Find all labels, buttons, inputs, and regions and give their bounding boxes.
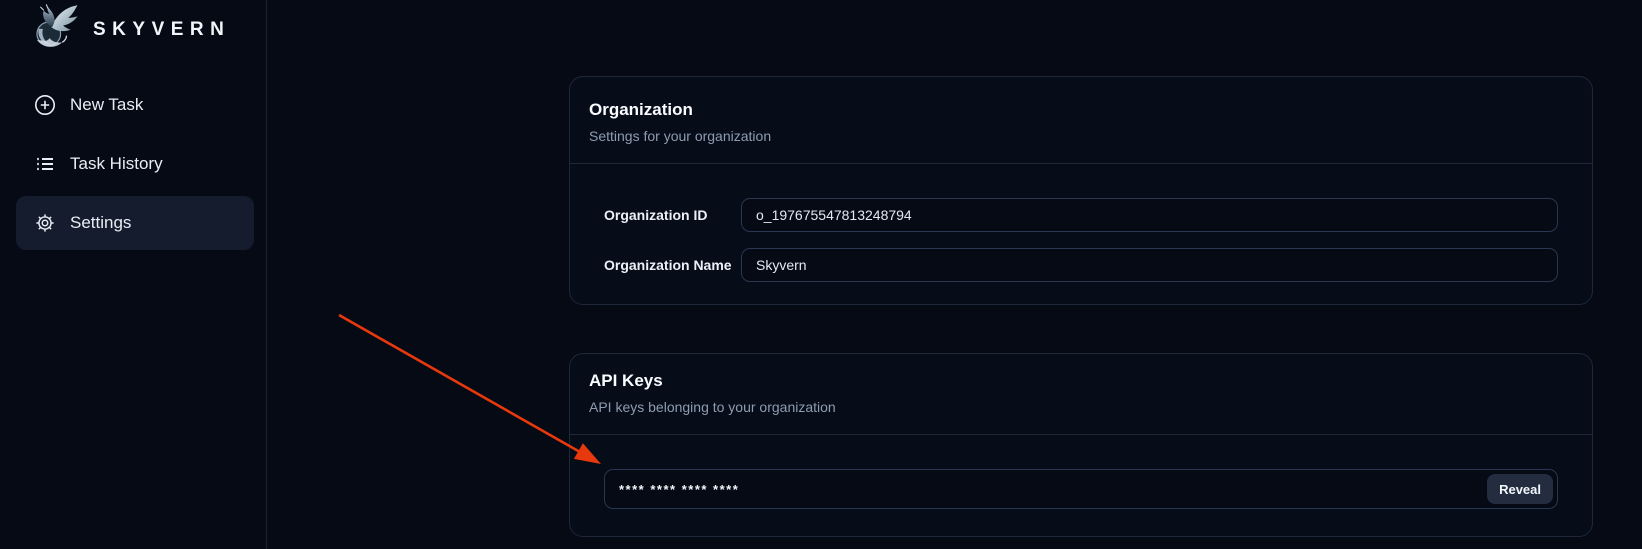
list-icon	[34, 153, 56, 175]
organization-title: Organization	[589, 100, 1592, 120]
sidebar-item-label: New Task	[70, 95, 143, 115]
organization-id-row: Organization ID	[604, 198, 1558, 232]
organization-subtitle: Settings for your organization	[589, 128, 1592, 144]
sidebar-item-settings[interactable]: Settings	[16, 196, 254, 250]
plus-circle-icon	[34, 94, 56, 116]
sidebar-item-label: Settings	[70, 213, 131, 233]
organization-card: Organization Settings for your organizat…	[569, 76, 1593, 305]
app-title: SKYVERN	[93, 19, 230, 41]
sidebar-item-task-history[interactable]: Task History	[16, 137, 254, 191]
api-key-masked-input[interactable]	[604, 469, 1558, 509]
organization-card-header: Organization Settings for your organizat…	[570, 77, 1592, 164]
organization-id-input[interactable]	[741, 198, 1558, 232]
organization-name-input[interactable]	[741, 248, 1558, 282]
reveal-button[interactable]: Reveal	[1487, 474, 1553, 504]
api-keys-card-header: API Keys API keys belonging to your orga…	[570, 354, 1592, 435]
api-keys-card: API Keys API keys belonging to your orga…	[569, 353, 1593, 537]
organization-id-label: Organization ID	[604, 207, 741, 223]
api-key-field: Reveal	[604, 469, 1558, 509]
organization-card-content: Organization ID Organization Name	[570, 164, 1592, 282]
organization-name-row: Organization Name	[604, 248, 1558, 282]
sidebar-item-label: Task History	[70, 154, 163, 174]
sidebar-item-new-task[interactable]: New Task	[16, 78, 254, 132]
sidebar-nav: New Task Task History Settings	[16, 78, 254, 250]
api-keys-card-content: Reveal	[570, 435, 1592, 509]
gear-icon	[34, 212, 56, 234]
api-keys-title: API Keys	[589, 371, 1592, 391]
organization-name-label: Organization Name	[604, 257, 741, 273]
api-keys-subtitle: API keys belonging to your organization	[589, 399, 1592, 415]
sidebar: SKYVERN New Task Task History	[0, 0, 267, 549]
skyvern-logo[interactable]: SKYVERN	[26, 3, 230, 57]
dragon-logo-icon	[26, 3, 80, 58]
